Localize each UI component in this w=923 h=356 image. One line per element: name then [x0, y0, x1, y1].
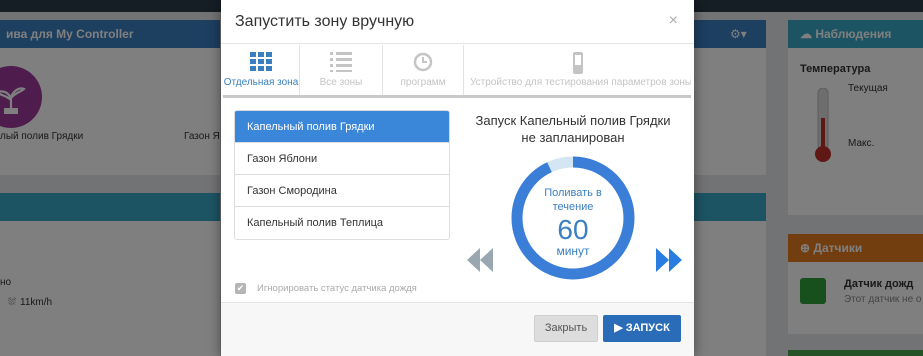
- close-icon[interactable]: ×: [669, 12, 678, 30]
- tab-label: Отдельная зона: [223, 77, 299, 88]
- dial-caption-line1: Поливать в: [544, 187, 602, 199]
- zone-item[interactable]: Капельный полив Грядки: [235, 111, 449, 143]
- dial-caption: Поливать в течение: [508, 186, 638, 214]
- tab-all-zones[interactable]: Все зоны: [300, 45, 383, 95]
- zone-item[interactable]: Газон Яблони: [235, 143, 449, 175]
- tab-device-test[interactable]: Устройство для тестирования параметров з…: [464, 45, 691, 95]
- modal-title: Запустить зону вручную: [235, 13, 415, 30]
- launch-status-line2: не запланирован: [521, 130, 625, 145]
- modal-header: Запустить зону вручную ×: [221, 0, 694, 44]
- list-icon: [330, 52, 352, 72]
- play-icon: ▶: [614, 322, 626, 334]
- rewind-icon[interactable]: [466, 247, 494, 273]
- mode-tabs: Отдельная зона Все зоны программ Устройс…: [223, 45, 691, 98]
- ignore-rain-row: ✔ Игнорировать статус датчика дождя: [235, 281, 417, 295]
- close-button[interactable]: Закрыть: [534, 315, 598, 342]
- launch-status-line1: Запуск Капельный полив Грядки: [475, 113, 671, 128]
- zone-list: Капельный полив Грядки Газон Яблони Газо…: [234, 110, 450, 240]
- tab-label: Все зоны: [319, 77, 363, 88]
- tab-label: программ: [400, 77, 446, 88]
- launch-status: Запуск Капельный полив Грядки не заплани…: [465, 112, 681, 146]
- start-button-label: ЗАПУСК: [625, 322, 670, 334]
- tab-label: Устройство для тестирования параметров з…: [470, 77, 691, 88]
- duration-value: 60: [557, 214, 589, 245]
- start-button[interactable]: ▶ ЗАПУСК: [603, 315, 681, 342]
- ignore-rain-checkbox[interactable]: ✔: [235, 282, 246, 294]
- tab-programs[interactable]: программ: [383, 45, 464, 95]
- device-icon: [572, 52, 583, 74]
- clock-icon: [413, 52, 433, 72]
- fast-forward-icon[interactable]: [655, 247, 683, 273]
- zone-item[interactable]: Капельный полив Теплица: [235, 207, 449, 239]
- grid-icon: [250, 52, 272, 71]
- tab-single-zone[interactable]: Отдельная зона: [223, 45, 300, 95]
- dial-caption-line2: течение: [552, 201, 594, 213]
- duration-unit: минут: [556, 244, 590, 258]
- ignore-rain-label: Игнорировать статус датчика дождя: [257, 282, 417, 294]
- zone-item[interactable]: Газон Смородина: [235, 175, 449, 207]
